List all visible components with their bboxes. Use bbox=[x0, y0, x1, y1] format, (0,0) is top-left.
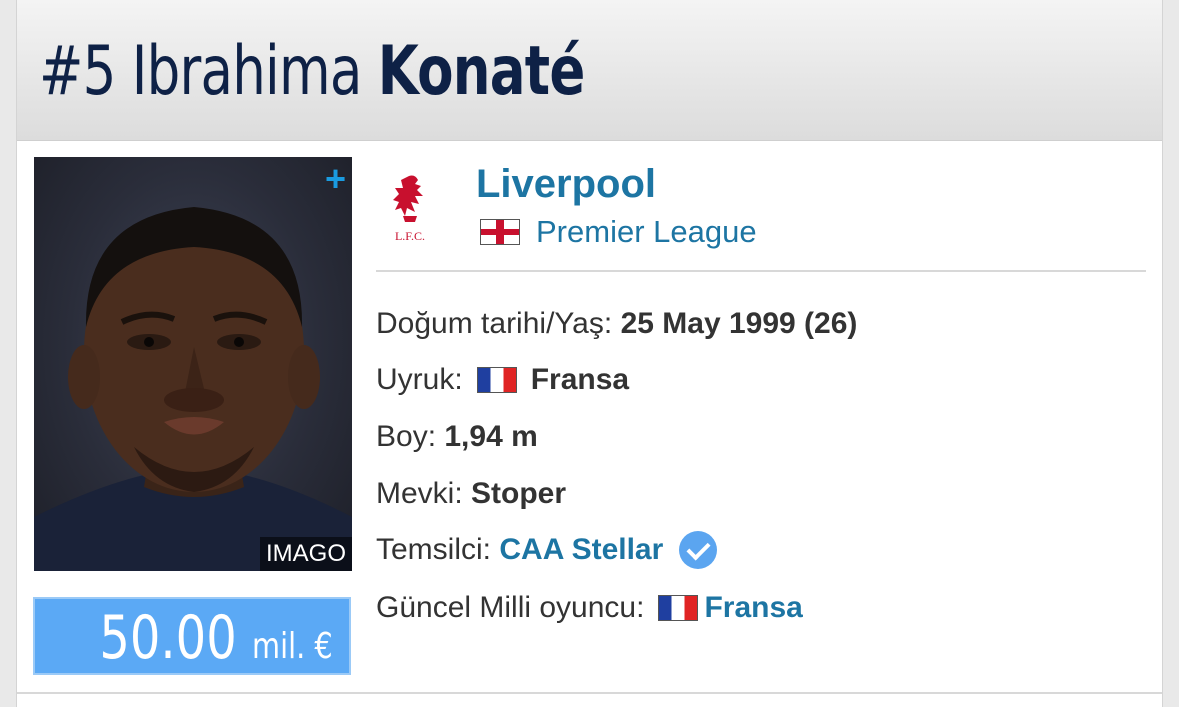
verified-icon bbox=[679, 531, 718, 569]
club-name-link[interactable]: Liverpool bbox=[476, 158, 656, 210]
market-value-box[interactable]: 50.00 mil. € bbox=[33, 597, 351, 675]
position-row: Mevki: Stoper bbox=[376, 472, 566, 516]
position-value: Stoper bbox=[471, 477, 567, 510]
agent-link[interactable]: CAA Stellar bbox=[499, 528, 663, 572]
shirt-number: #5 bbox=[39, 32, 116, 111]
league-link[interactable]: Premier League bbox=[480, 210, 757, 254]
position-label: Mevki: bbox=[376, 477, 463, 510]
height-row: Boy: 1,94 m bbox=[376, 415, 538, 459]
national-team-row: Güncel Milli oyuncu: Fransa bbox=[376, 586, 803, 630]
height-label: Boy: bbox=[376, 420, 437, 453]
england-flag-icon bbox=[480, 219, 520, 245]
player-last-name: Konaté bbox=[377, 32, 586, 111]
market-value-amount: 50.00 mil. € bbox=[100, 599, 333, 686]
agent-label: Temsilci: bbox=[376, 533, 492, 566]
agent-row: Temsilci: CAA Stellar bbox=[376, 528, 718, 572]
market-value-unit: mil. € bbox=[252, 626, 333, 667]
bottom-divider bbox=[17, 692, 1162, 694]
birth-label: Doğum tarihi/Yaş: bbox=[376, 307, 613, 340]
france-flag-icon bbox=[476, 367, 517, 393]
national-team-label: Güncel Milli oyuncu: bbox=[376, 591, 645, 624]
france-flag-icon bbox=[658, 595, 699, 621]
nationality-value: Fransa bbox=[530, 363, 630, 396]
league-name: Premier League bbox=[536, 214, 757, 249]
plus-icon[interactable]: + bbox=[325, 161, 346, 197]
player-portrait-image bbox=[34, 207, 352, 571]
height-value: 1,94 m bbox=[444, 420, 538, 453]
nationality-row: Uyruk: Fransa bbox=[376, 358, 629, 402]
birth-row: Doğum tarihi/Yaş: 25 May 1999 (26) bbox=[376, 302, 857, 346]
national-team-link[interactable]: Fransa bbox=[704, 586, 802, 630]
birth-value: 25 May 1999 (26) bbox=[620, 307, 858, 340]
divider bbox=[376, 270, 1146, 272]
liverpool-crest-icon[interactable]: L.F.C. bbox=[385, 172, 435, 244]
market-value-number: 50.00 bbox=[99, 603, 238, 673]
player-first-name: Ibrahima bbox=[131, 32, 363, 111]
nationality-label: Uyruk: bbox=[376, 363, 463, 396]
player-photo[interactable]: + IMAGO bbox=[34, 157, 352, 571]
photo-credit: IMAGO bbox=[259, 537, 352, 571]
profile-header: #5 Ibrahima Konaté bbox=[17, 0, 1162, 141]
player-profile-card: #5 Ibrahima Konaté + IMAGO 50.00 mil. € … bbox=[16, 0, 1163, 707]
crest-text: L.F.C. bbox=[395, 229, 425, 243]
player-title: #5 Ibrahima Konaté bbox=[39, 22, 585, 122]
